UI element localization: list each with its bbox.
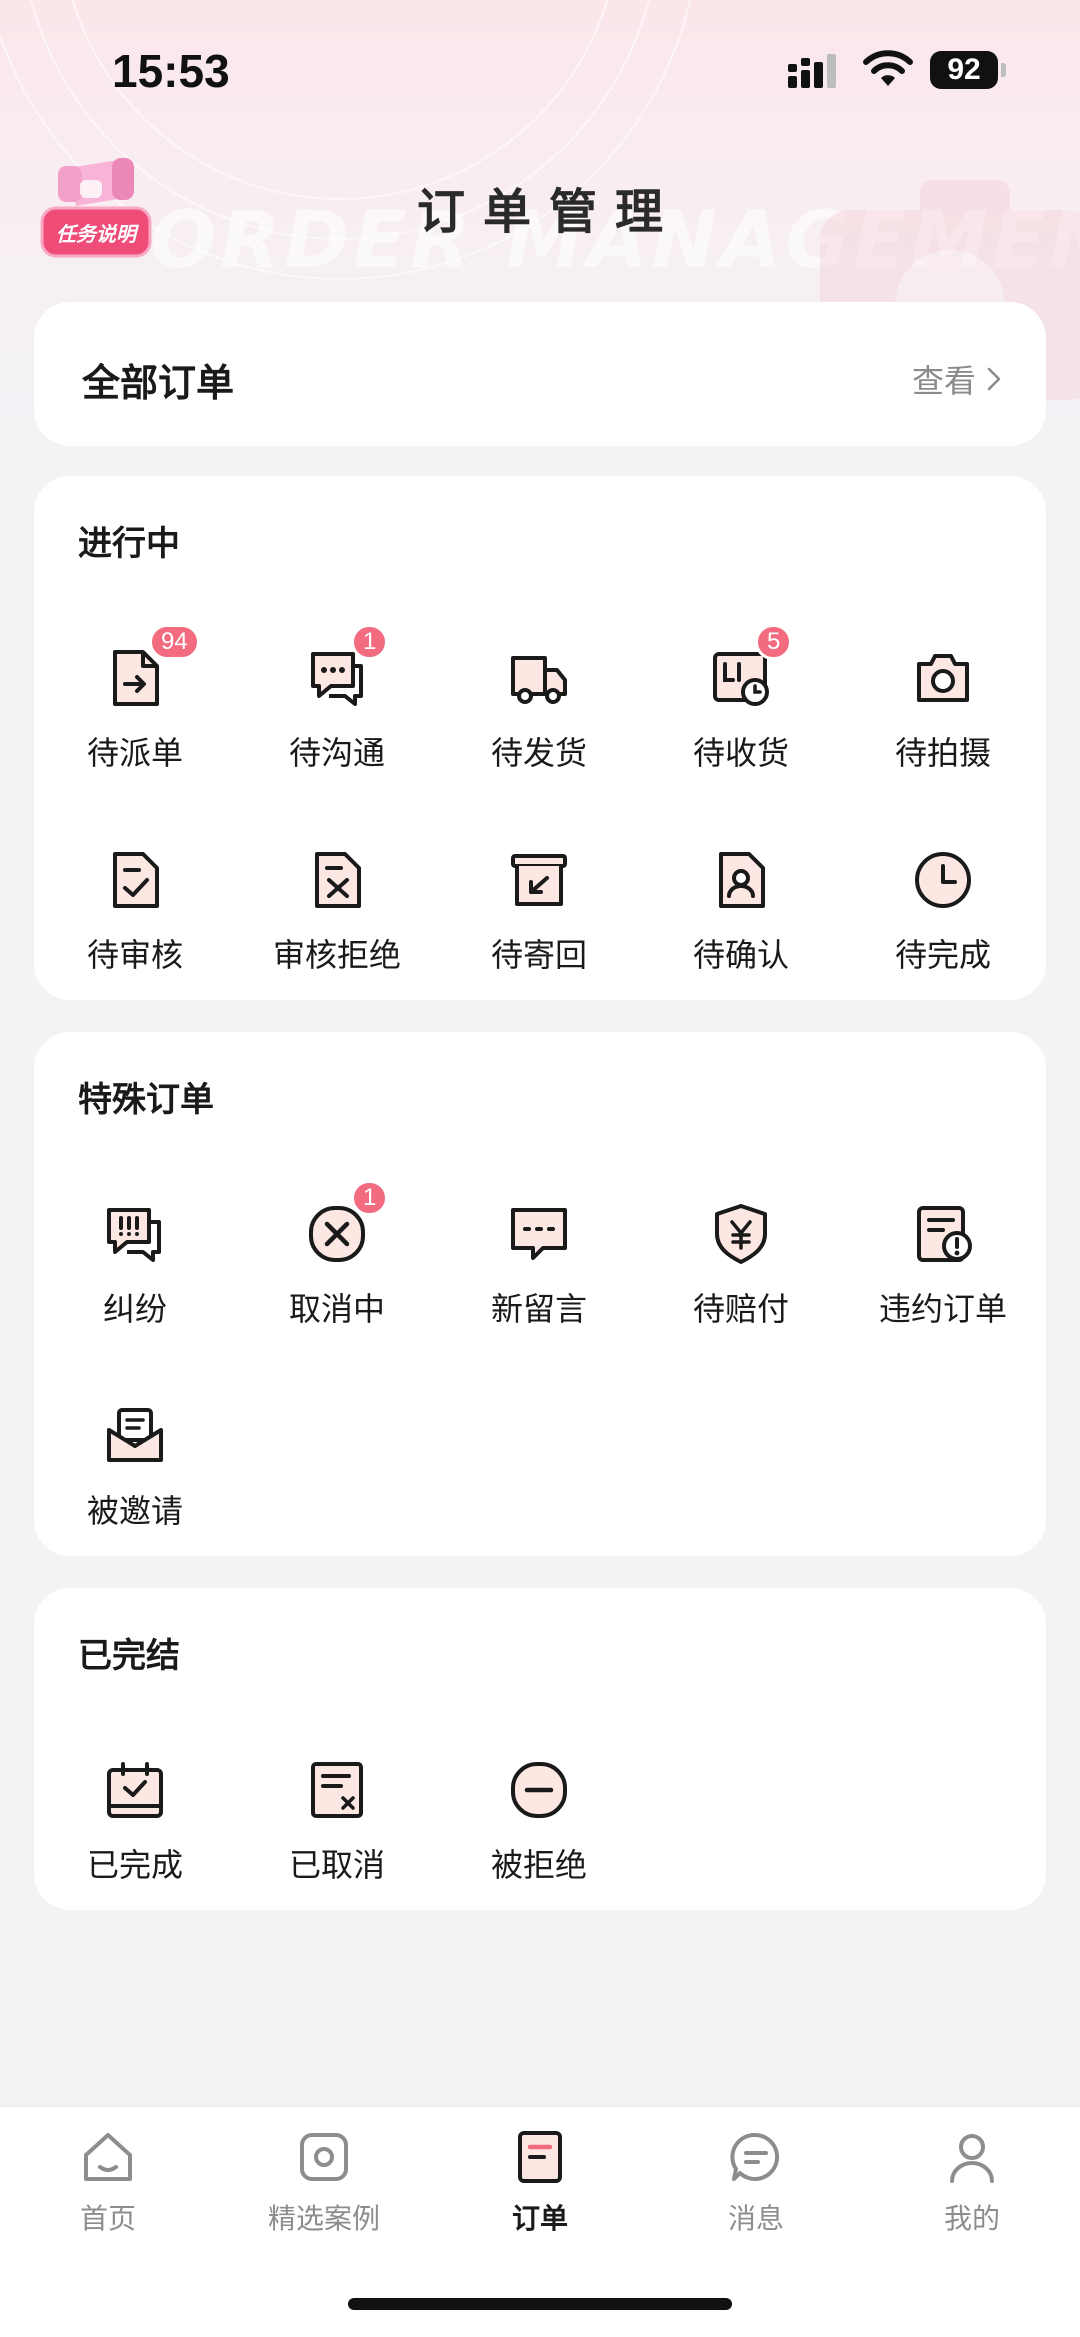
minus-circle-icon <box>511 1762 567 1818</box>
dispute-icon <box>107 1208 161 1262</box>
tab-profile[interactable]: 我的 <box>864 2129 1080 2237</box>
order-item-label: 待沟通 <box>288 734 385 772</box>
order-item-label: 违约订单 <box>878 1290 1007 1328</box>
profile-icon <box>950 2134 994 2183</box>
order-item-label: 被拒绝 <box>490 1846 587 1884</box>
count-badge: 94 <box>149 624 200 660</box>
message-icon <box>511 1208 567 1260</box>
all-orders-card[interactable]: 全部订单 查看 <box>34 302 1046 446</box>
order-item-label: 待完成 <box>894 936 991 974</box>
doc-cancel-icon <box>311 1762 363 1818</box>
message-bubble-icon <box>730 2132 780 2181</box>
tab-featured-cases[interactable]: 精选案例 <box>216 2129 432 2237</box>
home-indicator <box>348 2298 732 2310</box>
order-item-label: 待确认 <box>692 936 789 974</box>
tab-label: 首页 <box>79 2202 136 2235</box>
clock-icon <box>915 852 971 908</box>
count-badge: 5 <box>755 624 793 660</box>
order-item-label: 新留言 <box>490 1290 587 1328</box>
count-badge: 1 <box>351 624 389 660</box>
order-item-compensation[interactable]: 待赔付 <box>640 1202 842 1352</box>
send-back-icon <box>511 854 567 906</box>
order-item-confirm[interactable]: 待确认 <box>640 848 842 998</box>
status-bar: 15:53 92 <box>0 0 1080 140</box>
order-item-cancelled[interactable]: 已取消 <box>236 1758 438 1908</box>
section-title: 特殊订单 <box>78 1080 214 1120</box>
order-item-label: 待赔付 <box>692 1290 789 1328</box>
invite-icon <box>107 1408 163 1462</box>
order-item-review-reject[interactable]: 审核拒绝 <box>236 848 438 998</box>
confirm-icon <box>719 852 765 908</box>
order-item-cancelling[interactable]: 1 取消中 <box>236 1180 438 1352</box>
order-item-completed[interactable]: 已完成 <box>34 1758 236 1908</box>
order-item-receive[interactable]: 5 待收货 <box>640 624 842 796</box>
signal-icon <box>788 54 836 88</box>
battery-tip <box>1001 63 1006 77</box>
section-special-orders: 特殊订单 纠纷 1 取消中 新留言 待赔付 违约订单 被邀请 <box>34 1032 1046 1556</box>
order-item-rejected[interactable]: 被拒绝 <box>438 1758 640 1908</box>
order-item-shoot[interactable]: 待拍摄 <box>842 646 1044 796</box>
page-title: 订单管理 <box>416 184 681 240</box>
section-finished: 已完结 已完成 已取消 被拒绝 <box>34 1588 1046 1910</box>
order-item-send-back[interactable]: 待寄回 <box>438 848 640 998</box>
order-item-dispatch[interactable]: 94 待派单 <box>34 624 236 796</box>
section-title: 已完结 <box>78 1636 180 1676</box>
home-icon <box>84 2133 132 2181</box>
battery-level: 92 <box>947 53 981 86</box>
order-item-complete-pending[interactable]: 待完成 <box>842 848 1044 998</box>
battery-indicator: 92 <box>930 51 998 89</box>
order-item-review[interactable]: 待审核 <box>34 848 236 998</box>
order-item-label: 待审核 <box>86 936 183 974</box>
order-item-label: 被邀请 <box>86 1492 183 1530</box>
order-icon <box>518 2131 562 2183</box>
order-item-invited[interactable]: 被邀请 <box>34 1404 236 1554</box>
count-badge: 1 <box>351 1180 389 1216</box>
order-item-breach[interactable]: 违约订单 <box>842 1202 1044 1352</box>
tab-label: 消息 <box>727 2202 784 2235</box>
tab-label: 订单 <box>511 2202 568 2235</box>
tab-orders[interactable]: 订单 <box>432 2129 648 2237</box>
wifi-icon <box>863 50 913 86</box>
order-item-communicate[interactable]: 1 待沟通 <box>236 624 438 796</box>
tab-home[interactable]: 首页 <box>0 2129 216 2237</box>
tab-label: 精选案例 <box>267 2202 380 2235</box>
camera-icon <box>917 654 969 702</box>
order-item-label: 已完成 <box>86 1846 183 1884</box>
truck-icon <box>511 656 567 704</box>
order-item-new-message[interactable]: 新留言 <box>438 1202 640 1352</box>
order-item-label: 待拍摄 <box>894 734 991 772</box>
order-item-label: 待发货 <box>490 734 587 772</box>
order-item-label: 已取消 <box>288 1846 385 1884</box>
breach-icon <box>917 1206 972 1262</box>
view-all-link[interactable]: 查看 <box>912 356 1002 402</box>
section-in-progress: 进行中 94 待派单 1 待沟通 待发货 5 待收货 待拍摄 待审核 审核拒绝 … <box>34 476 1046 1000</box>
order-item-ship[interactable]: 待发货 <box>438 646 640 796</box>
review-icon <box>113 852 159 908</box>
shield-yen-icon <box>715 1204 767 1264</box>
view-label: 查看 <box>911 362 976 400</box>
order-item-label: 待派单 <box>86 734 183 772</box>
order-item-label: 待寄回 <box>490 936 587 974</box>
calendar-check-icon <box>107 1762 163 1818</box>
camera-square-icon <box>300 2133 348 2181</box>
tab-label: 我的 <box>943 2202 1000 2235</box>
all-orders-label: 全部订单 <box>82 361 235 405</box>
review-reject-icon <box>315 852 361 908</box>
order-item-label: 取消中 <box>288 1290 385 1328</box>
tab-messages[interactable]: 消息 <box>648 2129 864 2237</box>
section-title: 进行中 <box>78 524 180 564</box>
status-time: 15:53 <box>112 45 230 97</box>
order-item-label: 审核拒绝 <box>272 936 401 974</box>
order-item-label: 纠纷 <box>102 1290 167 1328</box>
order-item-dispute[interactable]: 纠纷 <box>34 1202 236 1352</box>
chevron-right-icon <box>987 367 1001 391</box>
order-item-label: 待收货 <box>692 734 789 772</box>
